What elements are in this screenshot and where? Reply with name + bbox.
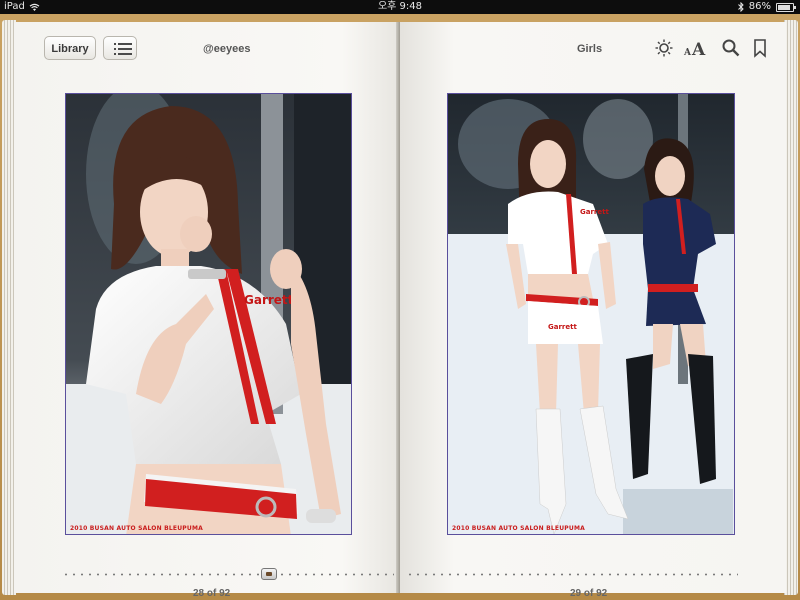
- photo-left: Garrett 2010 BUSAN AUTO SALON BLEUPUMA: [65, 93, 352, 535]
- library-button[interactable]: Library: [44, 36, 96, 60]
- page-number: 28 of 92: [193, 588, 231, 599]
- page-number: 29 of 92: [570, 588, 608, 599]
- svg-text:A: A: [691, 40, 706, 58]
- svg-text:Garrett: Garrett: [244, 293, 294, 307]
- photo-right: Garrett Garrett 2010 BUSAN AUTO SALON BL…: [447, 93, 735, 535]
- page-scrubber-handle[interactable]: [261, 568, 277, 580]
- page-edges-right: [784, 20, 798, 595]
- book-frame: Library @eeyees Garrett 2010 BUSAN AUTO …: [0, 14, 800, 600]
- battery-percent: 86%: [748, 1, 771, 12]
- bluetooth-icon: [737, 2, 744, 12]
- table-of-contents-button[interactable]: [103, 36, 137, 60]
- page-scrubber-left[interactable]: [62, 573, 394, 576]
- photo-right-image: Garrett Garrett: [448, 94, 734, 534]
- font-size-icon[interactable]: A A: [683, 38, 709, 58]
- left-page[interactable]: Library @eeyees Garrett 2010 BUSAN AUTO …: [14, 22, 400, 599]
- book-title: Girls: [577, 43, 603, 55]
- page-scrubber-right[interactable]: [406, 573, 738, 576]
- status-bar: iPad 오후 9:48 86%: [0, 0, 800, 14]
- status-time: 오후 9:48: [377, 1, 423, 12]
- photo-caption: 2010 BUSAN AUTO SALON BLEUPUMA: [452, 525, 585, 532]
- brightness-icon[interactable]: [654, 38, 674, 58]
- photo-caption: 2010 BUSAN AUTO SALON BLEUPUMA: [70, 525, 203, 532]
- svg-text:Garrett: Garrett: [548, 323, 577, 331]
- bookmark-icon[interactable]: [750, 38, 770, 58]
- photo-left-image: Garrett: [66, 94, 351, 534]
- book-author: @eeyees: [203, 43, 251, 55]
- svg-text:Garrett: Garrett: [580, 208, 609, 216]
- toc-list-icon: [114, 43, 132, 55]
- svg-text:A: A: [683, 48, 692, 58]
- right-page[interactable]: Girls A A Garrett Garrett 2010 BUSAN AUT…: [400, 22, 786, 599]
- search-icon[interactable]: [721, 38, 741, 58]
- status-right: 86%: [737, 0, 796, 14]
- battery-icon: [776, 2, 796, 12]
